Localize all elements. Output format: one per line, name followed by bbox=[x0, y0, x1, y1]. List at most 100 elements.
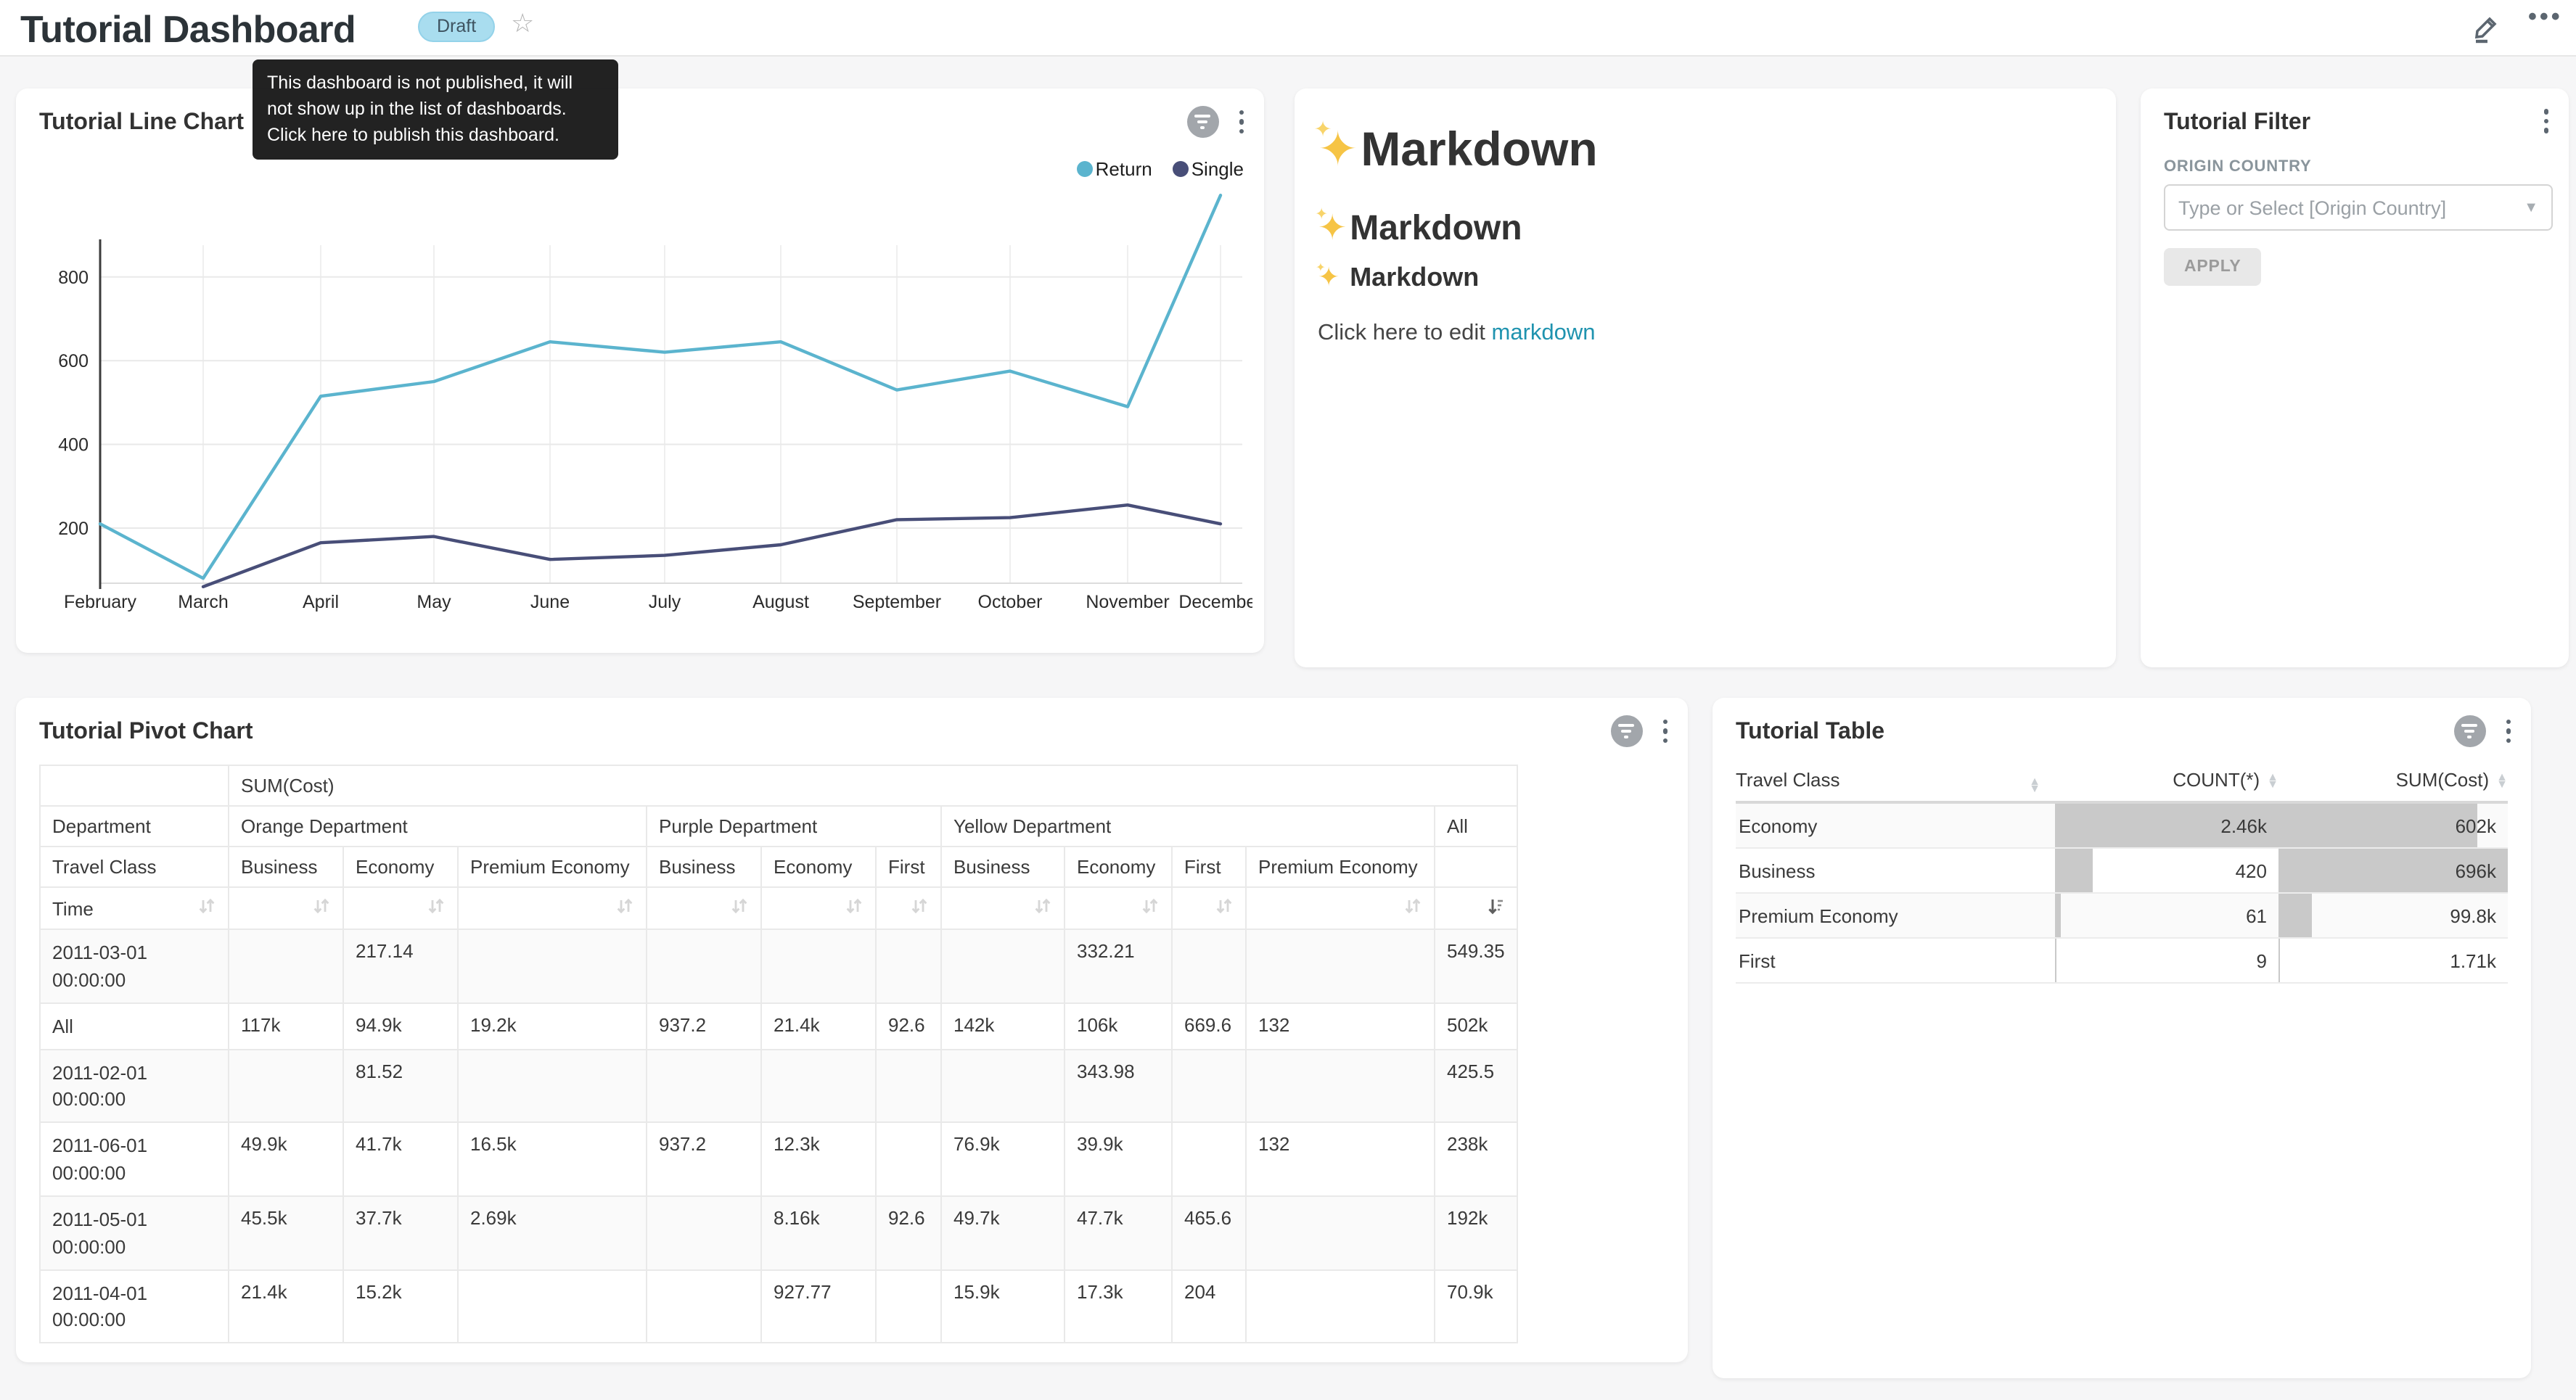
table-cell-sum: 99.8k bbox=[2278, 894, 2508, 937]
apply-button[interactable]: APPLY bbox=[2164, 248, 2262, 286]
pivot-col-header: First bbox=[1172, 847, 1246, 887]
pivot-cell: 41.7k bbox=[343, 1122, 458, 1195]
table-cell-travel-class: First bbox=[1736, 939, 2055, 982]
svg-text:600: 600 bbox=[58, 351, 89, 371]
pivot-group-header: Yellow Department bbox=[941, 806, 1435, 847]
table-header-travel-class[interactable]: Travel Class▲▼ bbox=[1736, 767, 2055, 792]
pivot-col-header bbox=[1435, 847, 1517, 887]
page-title: Tutorial Dashboard bbox=[20, 7, 356, 52]
table-row: First91.71k bbox=[1736, 939, 2508, 984]
table-header-sum[interactable]: SUM(Cost)▲▼ bbox=[2278, 769, 2508, 791]
sort-icon[interactable]: ▲▼ bbox=[2267, 773, 2278, 787]
pivot-cell: 132 bbox=[1246, 1122, 1435, 1195]
pivot-cell bbox=[647, 929, 761, 1002]
svg-text:March: March bbox=[178, 592, 228, 612]
svg-text:May: May bbox=[417, 592, 451, 612]
svg-text:February: February bbox=[64, 592, 137, 612]
sort-icon[interactable] bbox=[1215, 897, 1234, 920]
pivot-cell bbox=[876, 1269, 941, 1343]
pivot-table: SUM(Cost)DepartmentOrange DepartmentPurp… bbox=[39, 765, 1518, 1344]
markdown-h3: ✦✦Markdown bbox=[1318, 263, 1479, 293]
pivot-cell bbox=[941, 1049, 1065, 1122]
pivot-cell bbox=[876, 1122, 941, 1195]
filter-scope-icon[interactable] bbox=[2453, 715, 2485, 747]
table-cell-travel-class: Premium Economy bbox=[1736, 894, 2055, 937]
pivot-row-label: 2011-05-01 00:00:00 bbox=[40, 1196, 229, 1269]
pivot-chart-panel: Tutorial Pivot Chart SUM(Cost)Department… bbox=[16, 698, 1688, 1362]
markdown-h1: ✦✦Markdown bbox=[1318, 120, 1598, 177]
data-table: Travel Class▲▼COUNT(*)▲▼SUM(Cost)▲▼Econo… bbox=[1736, 762, 2508, 984]
pivot-cell: 92.6 bbox=[876, 1196, 941, 1269]
table-row: Business420696k bbox=[1736, 849, 2508, 894]
filter-panel: Tutorial Filter ORIGIN COUNTRY Type or S… bbox=[2141, 88, 2569, 667]
pivot-cell: 192k bbox=[1435, 1196, 1517, 1269]
markdown-edit-link[interactable]: markdown bbox=[1492, 321, 1596, 345]
sort-icon[interactable] bbox=[845, 897, 864, 920]
kebab-menu-icon[interactable] bbox=[2540, 106, 2551, 136]
kebab-menu-icon[interactable] bbox=[2503, 717, 2514, 746]
pivot-cell: 669.6 bbox=[1172, 1002, 1246, 1049]
sort-icon[interactable] bbox=[197, 897, 216, 920]
pivot-cell: 927.77 bbox=[761, 1269, 876, 1343]
pivot-data-row: All117k94.9k19.2k937.221.4k92.6142k106k6… bbox=[40, 1002, 1517, 1049]
pivot-cell bbox=[458, 1269, 647, 1343]
chevron-down-icon: ▼ bbox=[2524, 199, 2538, 215]
favorite-star-icon[interactable]: ☆ bbox=[511, 9, 534, 39]
pivot-row-label: 2011-03-01 00:00:00 bbox=[40, 929, 229, 1002]
pivot-cell bbox=[458, 929, 647, 1002]
sort-icon[interactable] bbox=[910, 897, 929, 920]
sort-icon[interactable] bbox=[1403, 897, 1422, 920]
pivot-cell: 117k bbox=[229, 1002, 343, 1049]
origin-country-select[interactable]: Type or Select [Origin Country] ▼ bbox=[2164, 184, 2553, 231]
pivot-cell: 37.7k bbox=[343, 1196, 458, 1269]
pivot-cell: 204 bbox=[1172, 1269, 1246, 1343]
pivot-cell: 332.21 bbox=[1065, 929, 1172, 1002]
pivot-time-row: Time bbox=[40, 887, 1517, 929]
pivot-cell: 76.9k bbox=[941, 1122, 1065, 1195]
table-cell-count: 420 bbox=[2055, 849, 2278, 892]
edit-pencil-icon[interactable] bbox=[2470, 12, 2502, 44]
sort-desc-icon[interactable] bbox=[1486, 897, 1505, 920]
pivot-cell bbox=[458, 1049, 647, 1122]
kebab-menu-icon[interactable] bbox=[1660, 717, 1670, 746]
sort-icon[interactable] bbox=[615, 897, 634, 920]
markdown-panel: ✦✦Markdown ✦✦Markdown ✦✦Markdown Click h… bbox=[1295, 88, 2116, 667]
pivot-col-header: Economy bbox=[761, 847, 876, 887]
sort-icon[interactable]: ▲▼ bbox=[2496, 773, 2508, 787]
svg-text:September: September bbox=[853, 592, 941, 612]
pivot-cell bbox=[876, 1049, 941, 1122]
pivot-cell: 21.4k bbox=[229, 1269, 343, 1343]
pivot-cell bbox=[1246, 929, 1435, 1002]
pivot-dim-label: Travel Class bbox=[40, 847, 229, 887]
svg-text:400: 400 bbox=[58, 435, 89, 456]
pivot-col-header: Premium Economy bbox=[458, 847, 647, 887]
pivot-cell: 465.6 bbox=[1172, 1196, 1246, 1269]
pivot-class-row: Travel ClassBusinessEconomyPremium Econo… bbox=[40, 847, 1517, 887]
svg-text:200: 200 bbox=[58, 519, 89, 539]
table-header-count[interactable]: COUNT(*)▲▼ bbox=[2055, 769, 2278, 791]
pivot-cell bbox=[647, 1269, 761, 1343]
more-options-icon[interactable]: ••• bbox=[2528, 3, 2563, 32]
pivot-corner-cell bbox=[40, 765, 229, 806]
sort-icon[interactable] bbox=[427, 897, 446, 920]
pivot-cell bbox=[876, 929, 941, 1002]
svg-text:August: August bbox=[752, 592, 809, 612]
publish-tooltip: This dashboard is not published, it will… bbox=[253, 59, 618, 160]
pivot-cell bbox=[229, 929, 343, 1002]
draft-badge[interactable]: Draft bbox=[418, 12, 495, 42]
sort-icon[interactable] bbox=[312, 897, 331, 920]
pivot-cell bbox=[1172, 929, 1246, 1002]
pivot-cell: 49.7k bbox=[941, 1196, 1065, 1269]
pivot-cell: 15.9k bbox=[941, 1269, 1065, 1343]
sort-icon[interactable] bbox=[1033, 897, 1052, 920]
pivot-cell: 937.2 bbox=[647, 1002, 761, 1049]
sort-icon[interactable] bbox=[1141, 897, 1160, 920]
markdown-paragraph: Click here to edit markdown bbox=[1318, 321, 1596, 347]
pivot-group-header: Orange Department bbox=[229, 806, 647, 847]
table-cell-count: 2.46k bbox=[2055, 804, 2278, 847]
sort-icon[interactable]: ▲▼ bbox=[2029, 778, 2040, 792]
filter-scope-icon[interactable] bbox=[1610, 715, 1642, 747]
sort-icon[interactable] bbox=[730, 897, 749, 920]
pivot-cell: 92.6 bbox=[876, 1002, 941, 1049]
pivot-cell bbox=[1172, 1122, 1246, 1195]
